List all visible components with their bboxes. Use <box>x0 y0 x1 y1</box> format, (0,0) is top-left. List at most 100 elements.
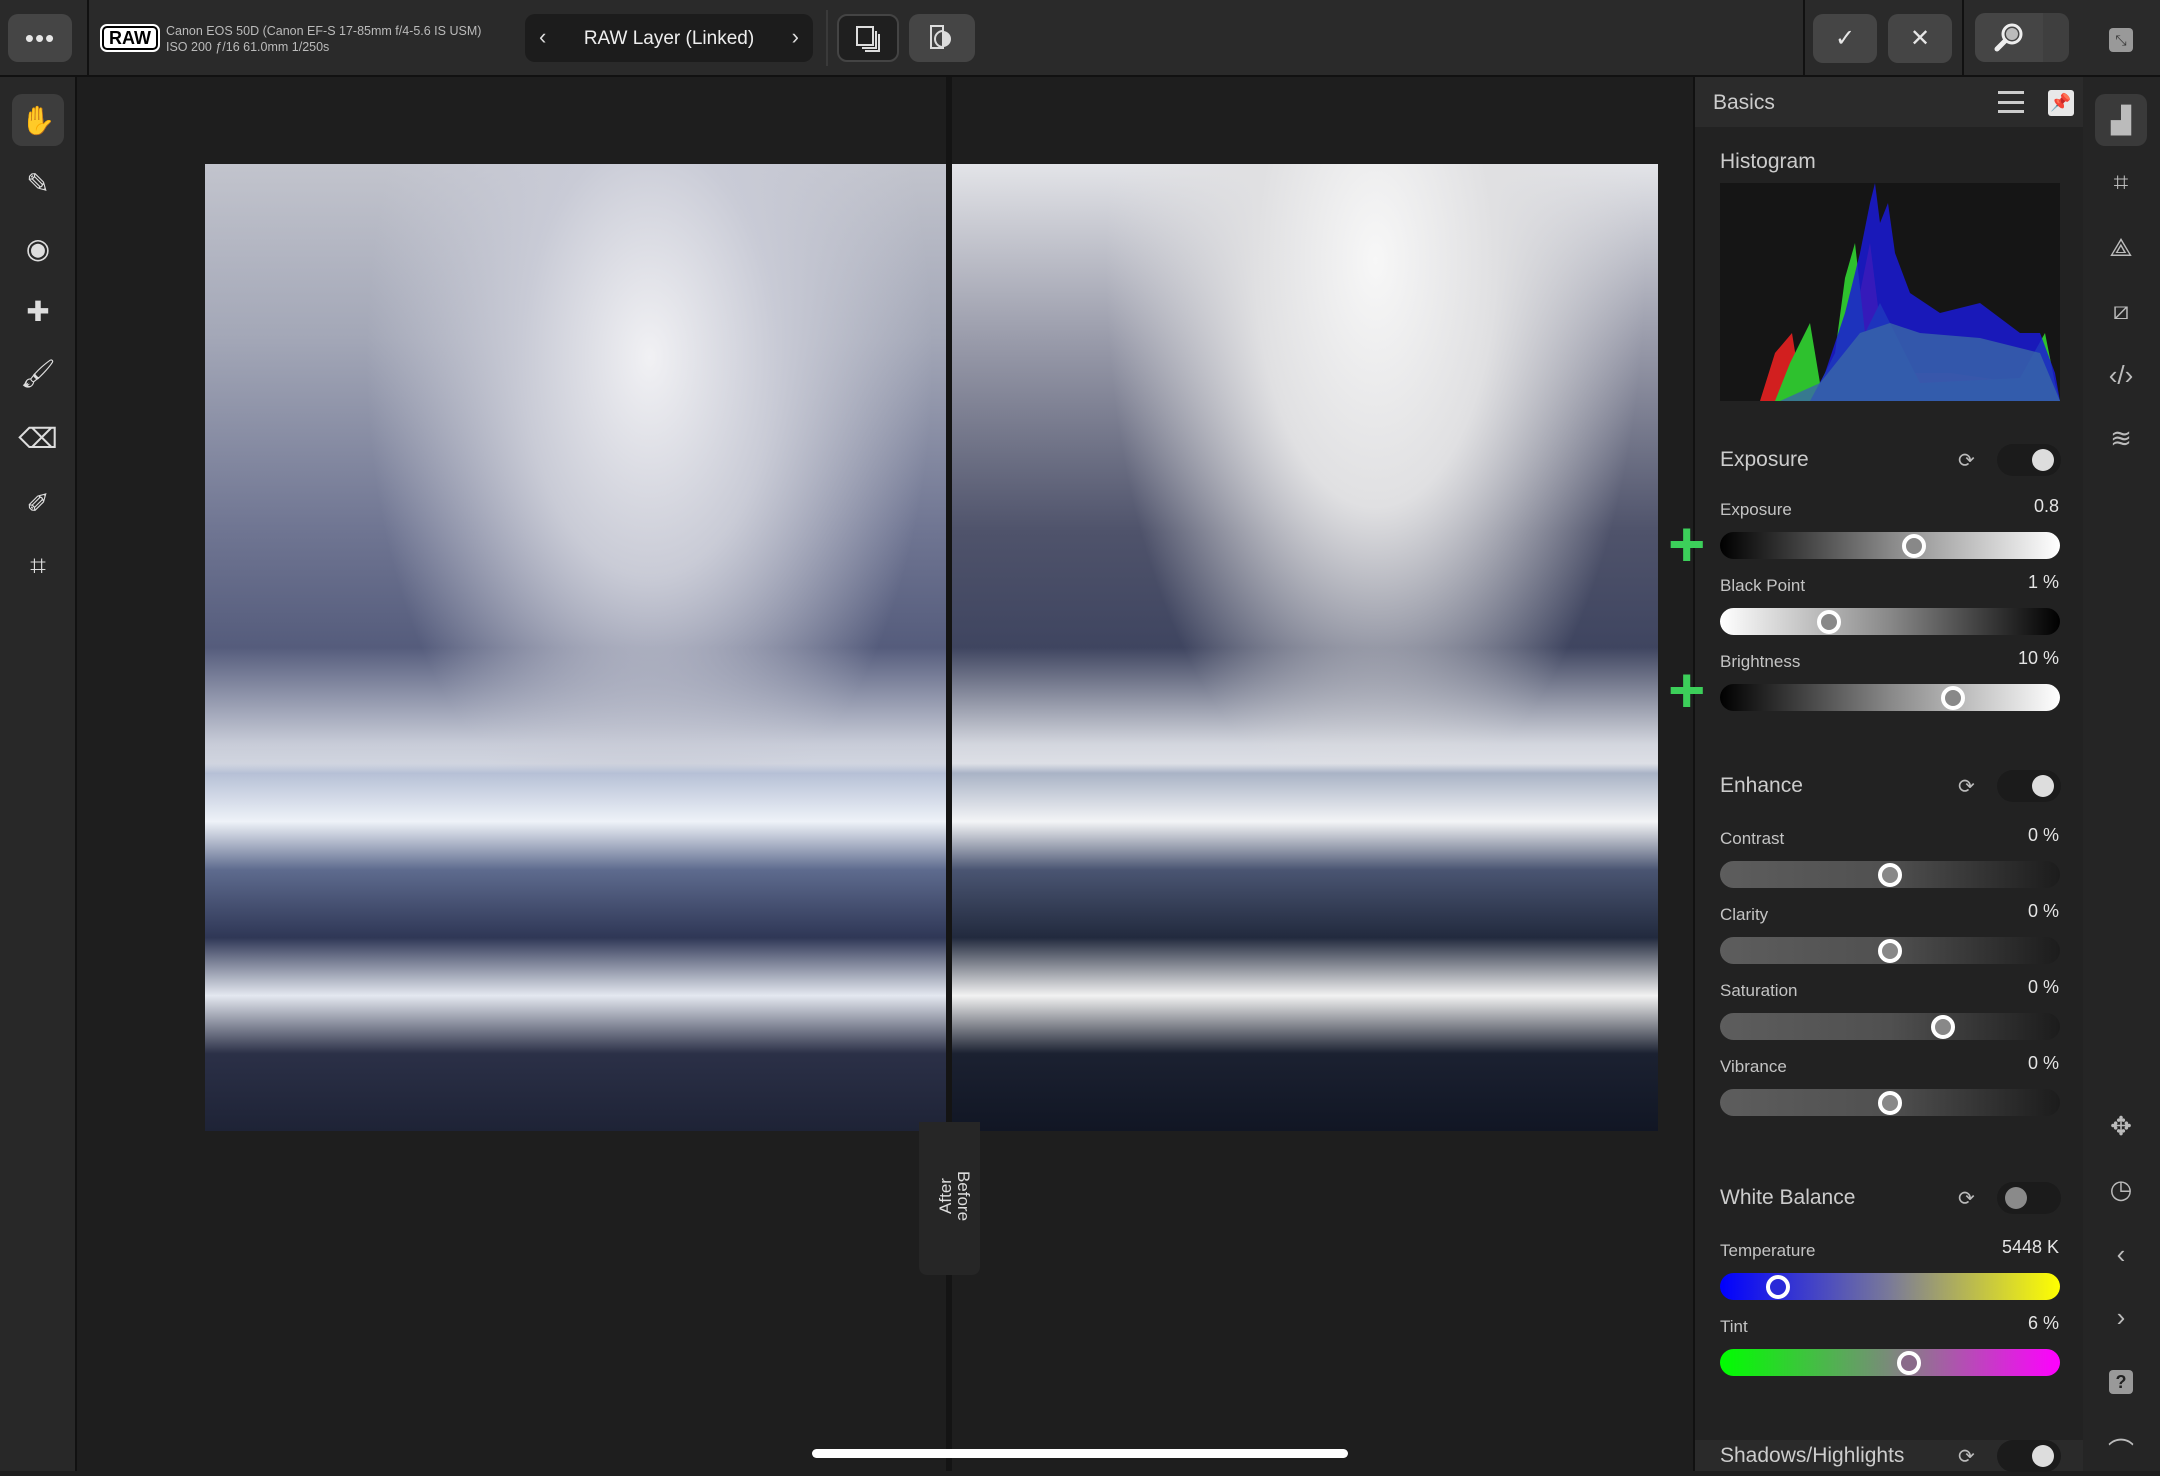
next-layer-button[interactable]: › <box>792 24 799 50</box>
layer-selector: ‹ RAW Layer (Linked) › <box>525 14 813 62</box>
histogram-studio-button[interactable]: ▟ <box>2095 94 2147 146</box>
slider-thumb[interactable] <box>1765 1274 1790 1299</box>
slider-label: Brightness <box>1720 652 1801 671</box>
curves-button[interactable]: ⧄ <box>2095 285 2147 337</box>
divider <box>87 0 89 77</box>
layers-button[interactable]: ≋ <box>2095 412 2147 464</box>
section-toggle[interactable] <box>1997 1440 2061 1472</box>
layers-stack-button[interactable] <box>837 14 899 62</box>
reset-icon[interactable]: ⟳ <box>1958 774 1975 799</box>
more-menu-button[interactable]: ••• <box>8 14 72 62</box>
slider-thumb[interactable] <box>1878 1090 1902 1115</box>
grid-button[interactable]: ⌗ <box>2095 157 2147 209</box>
slider-value[interactable]: 0 % <box>2028 1053 2059 1074</box>
perspective-button[interactable]: ⟁ <box>2095 222 2147 274</box>
pen-icon: ⌒ <box>2107 1436 2134 1467</box>
tint-slider[interactable] <box>1720 1349 2060 1376</box>
reset-icon[interactable]: ⟳ <box>1958 1186 1975 1211</box>
tool-button[interactable]: ✋ <box>12 94 64 146</box>
section-title: Exposure <box>1720 448 1809 471</box>
annotation-plus-marker: + <box>1668 508 1706 580</box>
slider-value[interactable]: 6 % <box>2028 1313 2059 1334</box>
slider-label: Exposure <box>1720 500 1792 519</box>
fullscreen-button[interactable]: ⤡ <box>2109 28 2133 52</box>
toggle-knob <box>2032 775 2054 797</box>
layer-name[interactable]: RAW Layer (Linked) <box>525 28 813 50</box>
tool-button[interactable]: ✎ <box>12 157 64 209</box>
slider-value[interactable]: 0 % <box>2028 977 2059 998</box>
crop-icon: ⌗ <box>30 549 46 581</box>
slider-value[interactable]: 10 % <box>2018 648 2059 669</box>
before-label: Before <box>954 1170 973 1222</box>
camera-info: Canon EOS 50D (Canon EF-S 17-85mm f/4-5.… <box>166 24 482 38</box>
tool-button[interactable]: ✐ <box>12 477 64 529</box>
vibrance-slider[interactable] <box>1720 1089 2060 1116</box>
slider-thumb[interactable] <box>1878 862 1902 887</box>
layers-icon: ≋ <box>2110 422 2132 453</box>
reset-icon[interactable]: ⟳ <box>1958 1444 1975 1469</box>
slider-value[interactable]: 0 % <box>2028 825 2059 846</box>
cancel-button[interactable]: ✕ <box>1888 14 1952 63</box>
toggle-knob <box>2005 1187 2027 1209</box>
section-title: White Balance <box>1720 1186 1856 1209</box>
tool-button[interactable]: 🖌 <box>12 347 64 399</box>
slider-thumb[interactable] <box>1901 533 1926 558</box>
slider-thumb[interactable] <box>1816 609 1841 634</box>
contrast-slider[interactable] <box>1720 861 2060 888</box>
clarity-slider[interactable] <box>1720 937 2060 964</box>
slider-value[interactable]: 5448 K <box>2002 1237 2059 1258</box>
tool-button[interactable]: ⌗ <box>12 540 64 592</box>
section-toggle[interactable] <box>1997 770 2061 802</box>
divider <box>826 10 828 66</box>
pen-button[interactable]: ⌒ <box>2095 1424 2147 1476</box>
home-indicator[interactable] <box>812 1449 1348 1458</box>
selection-brush-icon: ✎ <box>26 167 50 199</box>
apply-button[interactable]: ✓ <box>1813 14 1877 63</box>
slider-value[interactable]: 0.8 <box>2034 496 2059 517</box>
tool-button[interactable]: ⌫ <box>12 412 64 464</box>
tool-button[interactable]: ✚ <box>12 285 64 337</box>
reset-icon[interactable]: ⟳ <box>1958 448 1975 473</box>
history-button[interactable]: ◷ <box>2095 1163 2147 1215</box>
split-view-button[interactable] <box>909 14 975 62</box>
saturation-slider[interactable] <box>1720 1013 2060 1040</box>
exposure-slider[interactable] <box>1720 532 2060 559</box>
history-icon: ◷ <box>2109 1173 2133 1204</box>
move-icon: ✥ <box>2110 1110 2132 1141</box>
help-button[interactable]: ? <box>2095 1356 2147 1408</box>
histogram-label: Histogram <box>1720 150 1816 173</box>
chevron-right-button[interactable]: › <box>2095 1291 2147 1343</box>
brightness-slider[interactable] <box>1720 684 2060 711</box>
slider-value[interactable]: 1 % <box>2028 572 2059 593</box>
black-point-slider[interactable] <box>1720 608 2060 635</box>
section-toggle[interactable] <box>1997 444 2061 476</box>
zoom-options-button[interactable] <box>2043 13 2069 62</box>
temperature-slider[interactable] <box>1720 1273 2060 1300</box>
slider-thumb[interactable] <box>1878 938 1902 963</box>
slider-label: Clarity <box>1720 905 1769 924</box>
divider <box>1962 0 1964 77</box>
code-icon: ‹/› <box>2108 359 2134 390</box>
slider-thumb[interactable] <box>1930 1014 1955 1039</box>
panel-title: Basics <box>1713 91 1775 114</box>
before-after-handle[interactable]: After Before <box>919 1122 980 1275</box>
slider-label: Contrast <box>1720 829 1785 848</box>
studio-strip: ▟ ⌗ ⟁ ⧄ ‹/› ≋ ✥ ◷ ‹ ›? ⌒ <box>2083 77 2160 1471</box>
section-toggle[interactable] <box>1997 1182 2061 1214</box>
annotation-plus-marker: + <box>1668 654 1706 726</box>
help-icon: ? <box>2109 1370 2133 1394</box>
move-button[interactable]: ✥ <box>2095 1100 2147 1152</box>
chevron-left-button[interactable]: ‹ <box>2095 1228 2147 1280</box>
section-title: Enhance <box>1720 774 1803 797</box>
chevron-right-icon: › <box>2116 1301 2126 1332</box>
photo-after <box>205 164 946 1131</box>
tool-button[interactable]: ◉ <box>12 222 64 274</box>
slider-thumb[interactable] <box>1896 1350 1921 1375</box>
pin-icon[interactable]: 📌 <box>2048 90 2074 116</box>
zoom-button[interactable] <box>1975 13 2043 62</box>
code-button[interactable]: ‹/› <box>2095 349 2147 401</box>
menu-icon[interactable] <box>1998 91 2024 113</box>
slider-value[interactable]: 0 % <box>2028 901 2059 922</box>
panel-header: Basics 📌 <box>1695 77 2085 127</box>
slider-thumb[interactable] <box>1940 685 1965 710</box>
